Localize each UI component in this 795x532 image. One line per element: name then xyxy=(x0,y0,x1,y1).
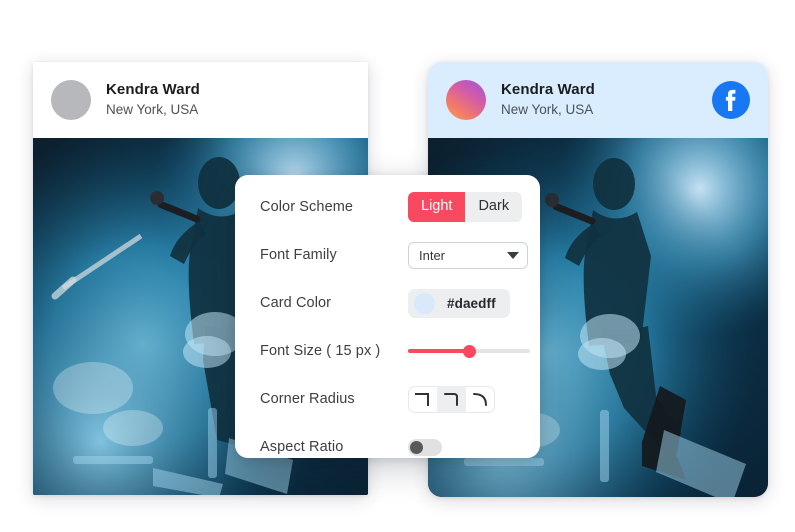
font-family-label: Font Family xyxy=(260,247,337,263)
color-scheme-label: Color Scheme xyxy=(260,199,354,215)
aspect-ratio-toggle[interactable] xyxy=(408,438,442,456)
font-size-slider[interactable] xyxy=(408,344,530,358)
color-scheme-segmented-control[interactable]: Light Dark xyxy=(408,192,523,222)
card-right-meta: Kendra Ward New York, USA xyxy=(501,80,712,120)
corner-large-icon[interactable] xyxy=(466,386,495,413)
card-left-meta: Kendra Ward New York, USA xyxy=(106,80,350,120)
slider-fill xyxy=(408,349,469,353)
card-color-value: #daedff xyxy=(447,295,496,311)
corner-radius-label: Corner Radius xyxy=(260,391,355,407)
card-color-picker[interactable]: #daedff xyxy=(408,288,510,318)
corner-sharp-icon[interactable] xyxy=(408,386,437,413)
corner-radius-group[interactable] xyxy=(408,385,495,413)
setting-row-card-color: Card Color #daedff xyxy=(260,279,522,327)
setting-row-font-family: Font Family Inter xyxy=(260,231,528,279)
color-swatch-icon xyxy=(414,292,435,314)
corner-small-icon[interactable] xyxy=(437,385,466,413)
aspect-ratio-label: Aspect Ratio xyxy=(260,439,344,455)
card-left-header: Kendra Ward New York, USA xyxy=(33,62,368,138)
card-right-user-name: Kendra Ward xyxy=(501,80,595,98)
facebook-icon[interactable] xyxy=(712,81,750,119)
chevron-down-icon xyxy=(507,251,519,259)
font-family-select[interactable]: Inter xyxy=(408,241,528,269)
avatar-placeholder-icon xyxy=(51,80,91,120)
font-size-label: Font Size ( 15 px ) xyxy=(260,343,381,359)
color-scheme-option-dark[interactable]: Dark xyxy=(465,192,522,221)
font-family-value: Inter xyxy=(419,247,446,263)
card-color-label: Card Color xyxy=(260,295,332,311)
card-left-user-name: Kendra Ward xyxy=(106,80,200,98)
toggle-knob xyxy=(410,440,423,454)
app-canvas: Kendra Ward New York, USA Kendra Ward Ne… xyxy=(0,0,795,532)
setting-row-aspect-ratio: Aspect Ratio xyxy=(260,423,522,471)
setting-row-font-size: Font Size ( 15 px ) xyxy=(260,327,530,375)
setting-row-color-scheme: Color Scheme Light Dark xyxy=(260,183,523,231)
card-right-user-location: New York, USA xyxy=(501,102,594,118)
avatar-gradient-icon xyxy=(446,80,486,120)
setting-row-corner-radius: Corner Radius xyxy=(260,375,522,423)
color-scheme-option-light[interactable]: Light xyxy=(408,192,466,222)
card-right-header: Kendra Ward New York, USA xyxy=(428,62,768,138)
slider-thumb[interactable] xyxy=(463,344,476,358)
card-left-user-location: New York, USA xyxy=(106,102,199,118)
settings-panel: Color Scheme Light Dark Font Family Inte… xyxy=(235,175,540,458)
